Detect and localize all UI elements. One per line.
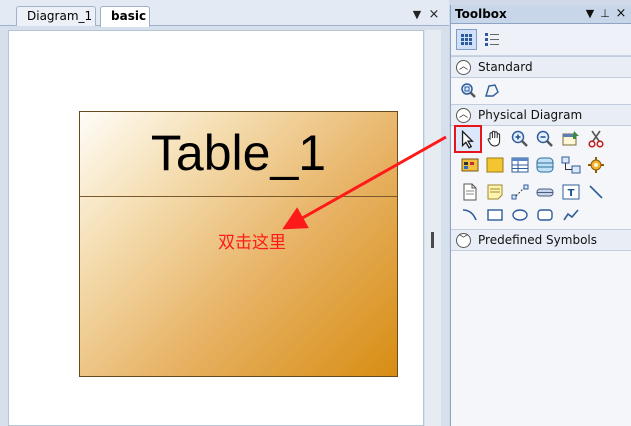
collapse-chevron-icon[interactable]: ︿ xyxy=(456,108,471,123)
section-standard[interactable]: ︿ Standard xyxy=(451,56,631,78)
list-view-icon xyxy=(485,33,499,46)
database-icon xyxy=(536,188,554,197)
tool-polyline[interactable] xyxy=(560,204,582,226)
zoom-in-icon xyxy=(511,130,528,147)
tool-arc[interactable] xyxy=(459,204,481,226)
arc-icon xyxy=(462,209,477,221)
tool-database[interactable] xyxy=(534,181,556,203)
tool-view[interactable] xyxy=(534,154,556,176)
tool-hand[interactable] xyxy=(484,128,506,150)
area-icon xyxy=(486,157,504,173)
rectangle-icon xyxy=(487,209,503,221)
tool-zoom-in[interactable] xyxy=(509,128,531,150)
section-predefined-symbols[interactable]: ﹀ Predefined Symbols xyxy=(451,229,631,251)
svg-text:T: T xyxy=(568,188,575,199)
cut-icon xyxy=(588,130,604,148)
ellipse-icon xyxy=(512,209,528,221)
table-entity-title[interactable]: Table_1 xyxy=(80,122,397,184)
document-tab-strip: Diagram_1 basic ▼ × xyxy=(0,0,449,27)
view-icon xyxy=(536,157,554,173)
rounded-rectangle-icon xyxy=(537,209,553,221)
line-icon xyxy=(589,185,603,199)
icon-view-button[interactable] xyxy=(456,29,477,50)
polyline-icon xyxy=(563,209,579,221)
table-entity-header[interactable]: Table_1 xyxy=(80,112,397,197)
tool-cut[interactable] xyxy=(585,128,607,150)
tool-table[interactable] xyxy=(509,154,531,176)
section-standard-label: Standard xyxy=(478,60,533,74)
toolbox-menu-button[interactable]: ▼ xyxy=(584,7,596,21)
reference-icon xyxy=(561,156,581,174)
zoom-out-icon xyxy=(536,130,553,147)
document-menu-button[interactable]: ▼ xyxy=(411,9,423,21)
tool-package[interactable] xyxy=(459,154,481,176)
toolbox-pin-button[interactable]: ⊥ xyxy=(599,7,611,21)
tool-ellipse[interactable] xyxy=(509,204,531,226)
section-physical-diagram[interactable]: ︿ Physical Diagram xyxy=(451,104,631,126)
tool-zoom-out[interactable] xyxy=(534,128,556,150)
tool-zoom-fit[interactable] xyxy=(457,80,479,102)
list-view-button[interactable] xyxy=(482,29,503,50)
text-icon: T xyxy=(562,184,580,200)
section-predefined-symbols-label: Predefined Symbols xyxy=(478,233,598,247)
file-icon xyxy=(463,183,477,201)
tool-procedure[interactable] xyxy=(585,154,607,176)
toolbox-titlebar: Toolbox ▼ ⊥ × xyxy=(451,5,631,24)
tool-area[interactable] xyxy=(484,154,506,176)
expand-chevron-icon[interactable]: ﹀ xyxy=(456,233,471,248)
tool-rectangle[interactable] xyxy=(484,204,506,226)
vertical-scrollbar[interactable] xyxy=(425,30,441,426)
lasso-icon xyxy=(485,84,499,97)
tab-diagram-1[interactable]: Diagram_1 xyxy=(16,6,96,26)
document-pane: Diagram_1 basic ▼ × Table_1 双击这里 xyxy=(0,0,449,426)
tool-line[interactable] xyxy=(585,181,607,203)
link-icon xyxy=(511,184,529,200)
note-icon xyxy=(487,184,503,200)
package-icon xyxy=(461,158,479,172)
tool-link[interactable] xyxy=(509,181,531,203)
tool-lasso[interactable] xyxy=(481,80,503,102)
toolbox-panel: Toolbox ▼ ⊥ × ︿ Standard ︿ Physical Diag… xyxy=(450,5,631,426)
zoom-fit-icon xyxy=(461,83,476,98)
hand-icon xyxy=(487,130,501,147)
toolbox-view-bar xyxy=(451,24,631,56)
toolbox-title: Toolbox xyxy=(455,7,507,21)
collapse-chevron-icon[interactable]: ︿ xyxy=(456,60,471,75)
document-close-button[interactable]: × xyxy=(428,8,440,21)
annotation-text: 双击这里 xyxy=(218,233,286,253)
tool-pointer[interactable] xyxy=(454,125,482,153)
tool-file[interactable] xyxy=(459,181,481,203)
tool-note[interactable] xyxy=(484,181,506,203)
procedure-icon xyxy=(588,157,604,173)
tool-rounded-rectangle[interactable] xyxy=(534,204,556,226)
properties-icon xyxy=(562,131,579,146)
table-icon xyxy=(511,157,529,173)
toolbox-close-button[interactable]: × xyxy=(615,7,627,21)
icon-view-icon xyxy=(461,34,472,45)
section-physical-diagram-label: Physical Diagram xyxy=(478,108,583,122)
tool-text[interactable]: T xyxy=(560,181,582,203)
scrollbar-grip[interactable] xyxy=(431,232,434,248)
tab-basic[interactable]: basic xyxy=(100,6,150,27)
pointer-icon xyxy=(461,129,474,149)
tool-reference[interactable] xyxy=(560,154,582,176)
tool-properties[interactable] xyxy=(560,128,582,150)
